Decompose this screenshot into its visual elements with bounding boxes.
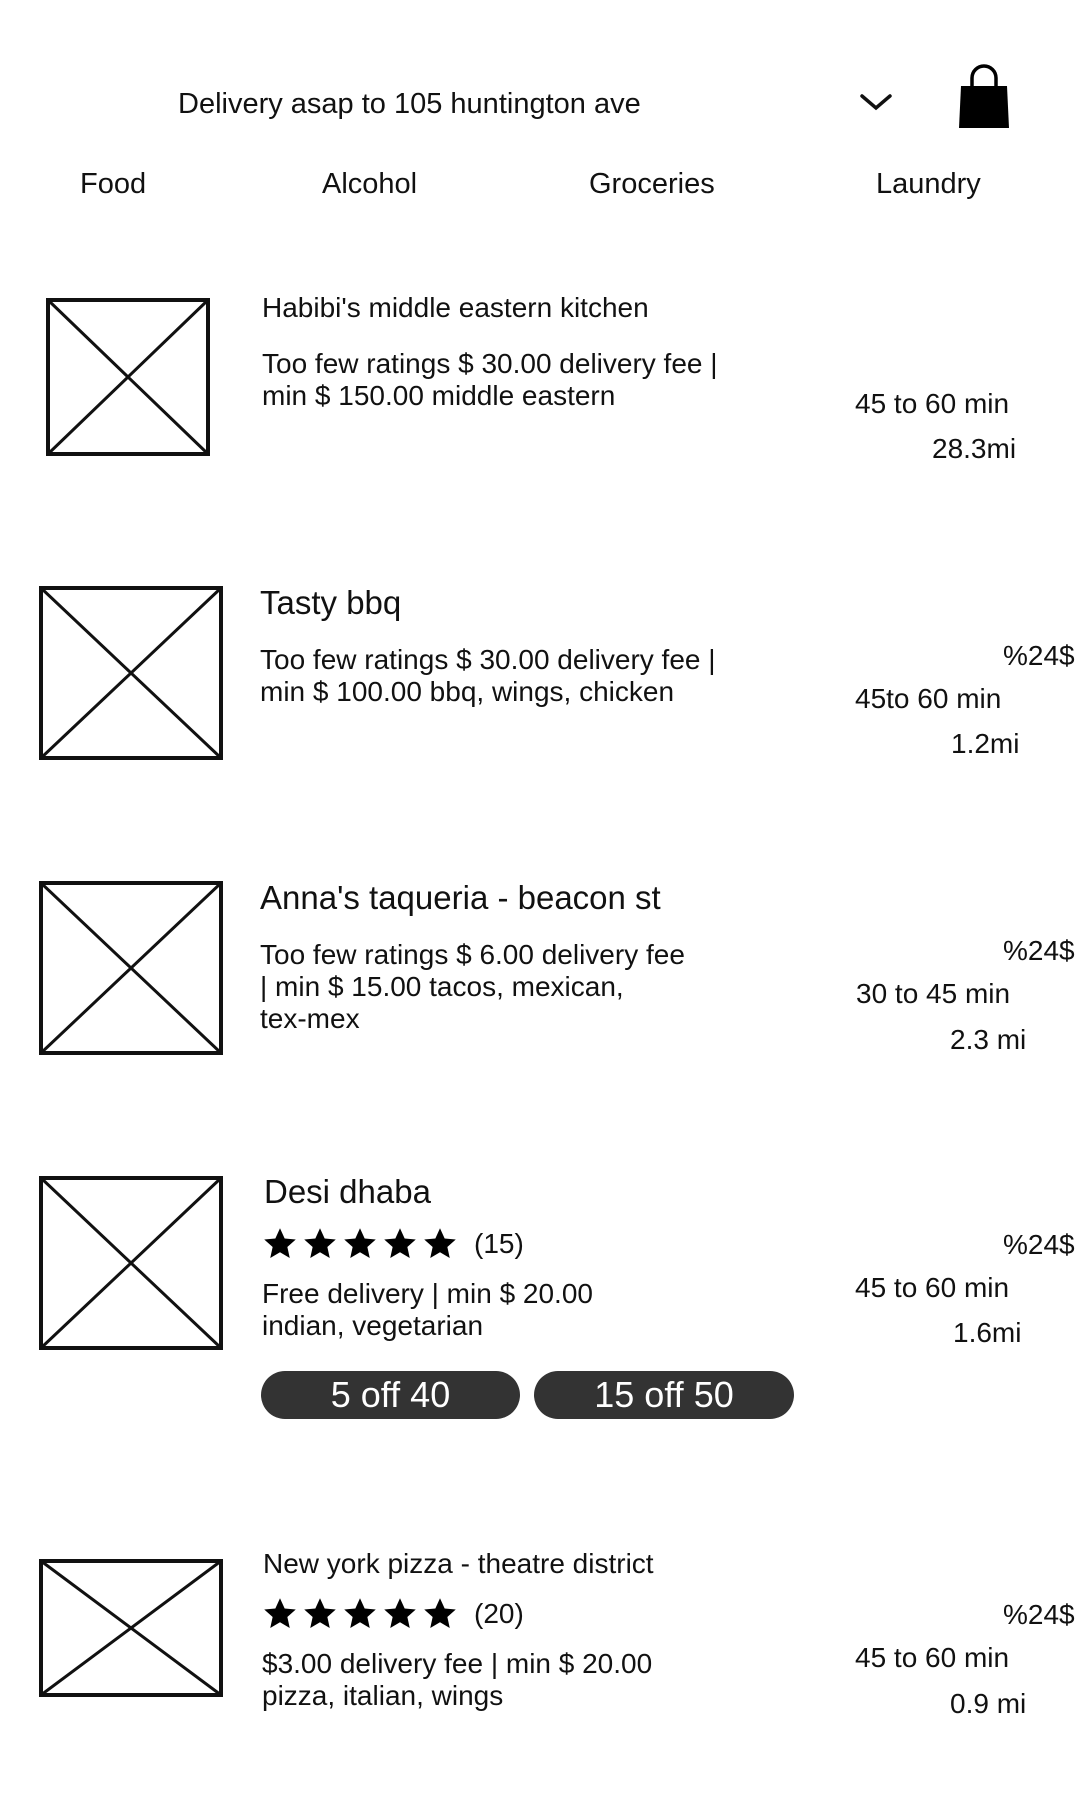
distance: 0.9 mi	[950, 1688, 1027, 1719]
eta: 45 to 60 min	[855, 388, 1010, 419]
restaurant-name[interactable]: Habibi's middle eastern kitchen	[262, 292, 649, 324]
details-line: pizza, italian, wings	[262, 1680, 504, 1711]
distance: 2.3 mi	[950, 1024, 1027, 1055]
price-tag: %24$	[1003, 935, 1075, 966]
restaurant-details: Free delivery | min $ 20.00 indian, vege…	[262, 1278, 593, 1342]
details-line: min $ 100.00 bbq, wings, chicken	[260, 676, 675, 707]
restaurant-image-placeholder[interactable]	[39, 586, 223, 760]
star-icon	[424, 1598, 456, 1628]
restaurant-details: Too few ratings $ 6.00 delivery fee | mi…	[260, 939, 685, 1035]
delivery-address[interactable]: Delivery asap to 105 huntington ave	[178, 88, 641, 121]
shopping-bag-icon[interactable]	[955, 64, 1013, 132]
price-tag: %24$	[1003, 1229, 1075, 1260]
eta: 45to 60 min	[855, 683, 1002, 714]
details-line: $3.00 delivery fee | min $ 20.00	[262, 1648, 653, 1679]
restaurant-details: Too few ratings $ 30.00 delivery fee | m…	[262, 348, 718, 412]
restaurant-details: $3.00 delivery fee | min $ 20.00 pizza, …	[262, 1648, 652, 1712]
restaurant-name[interactable]: Anna's taqueria - beacon st	[260, 879, 661, 917]
star-rating: (15)	[262, 1226, 524, 1262]
star-icon	[384, 1598, 416, 1628]
rating-count: (20)	[474, 1598, 524, 1629]
details-line: indian, vegetarian	[262, 1310, 484, 1341]
star-icon	[344, 1228, 376, 1258]
tab-groceries[interactable]: Groceries	[589, 168, 715, 201]
eta: 30 to 45 min	[856, 978, 1011, 1009]
price-tag: %24$	[1003, 1599, 1075, 1630]
chevron-down-icon[interactable]	[856, 88, 896, 118]
star-rating: (20)	[262, 1596, 524, 1632]
restaurant-image-placeholder[interactable]	[46, 298, 210, 456]
distance: 28.3mi	[932, 433, 1017, 464]
restaurant-details: Too few ratings $ 30.00 delivery fee | m…	[260, 644, 716, 708]
promo-badge[interactable]: 5 off 40	[261, 1371, 520, 1419]
details-line: Too few ratings $ 30.00 delivery fee |	[262, 348, 718, 379]
star-icon	[384, 1228, 416, 1258]
restaurant-name[interactable]: New york pizza - theatre district	[263, 1548, 654, 1580]
rating-count: (15)	[474, 1228, 524, 1259]
eta: 45 to 60 min	[855, 1642, 1010, 1673]
restaurant-name[interactable]: Tasty bbq	[260, 584, 401, 622]
restaurant-name[interactable]: Desi dhaba	[264, 1173, 431, 1211]
star-icon	[304, 1228, 336, 1258]
tab-laundry[interactable]: Laundry	[876, 168, 981, 201]
restaurant-image-placeholder[interactable]	[39, 1176, 223, 1350]
distance: 1.2mi	[951, 728, 1020, 759]
distance: 1.6mi	[953, 1317, 1022, 1348]
details-line: Too few ratings $ 30.00 delivery fee |	[260, 644, 716, 675]
star-icon	[304, 1598, 336, 1628]
details-line: | min $ 15.00 tacos, mexican,	[260, 971, 624, 1002]
tab-food[interactable]: Food	[80, 168, 146, 201]
price-tag: %24$	[1003, 640, 1075, 671]
details-line: tex-mex	[260, 1003, 360, 1034]
restaurant-image-placeholder[interactable]	[39, 1559, 223, 1697]
details-line: Too few ratings $ 6.00 delivery fee	[260, 939, 685, 970]
promo-badge[interactable]: 15 off 50	[534, 1371, 794, 1419]
star-icon	[344, 1598, 376, 1628]
details-line: min $ 150.00 middle eastern	[262, 380, 616, 411]
eta: 45 to 60 min	[855, 1272, 1010, 1303]
details-line: Free delivery | min $ 20.00	[262, 1278, 593, 1309]
star-icon	[264, 1598, 296, 1628]
star-icon	[264, 1228, 296, 1258]
star-icon	[424, 1228, 456, 1258]
tab-alcohol[interactable]: Alcohol	[322, 168, 417, 201]
restaurant-image-placeholder[interactable]	[39, 881, 223, 1055]
